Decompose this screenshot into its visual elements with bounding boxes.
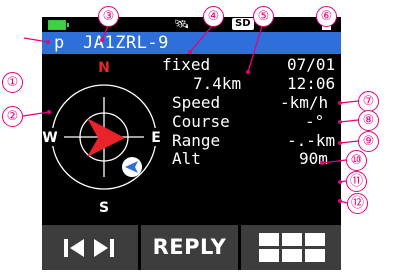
callout-10: ⑩ [346, 150, 367, 171]
callout-leader-lines [22, 21, 359, 204]
callout-1: ① [2, 72, 23, 93]
callout-9: ⑨ [358, 131, 379, 152]
callout-5: ⑤ [253, 6, 274, 27]
callout-2: ② [2, 106, 23, 127]
callout-11: ⑪ [346, 171, 367, 192]
callout-12: ⑫ [347, 193, 368, 214]
callout-7: ⑦ [358, 91, 379, 112]
callout-3: ③ [98, 6, 119, 27]
callout-4: ④ [203, 6, 224, 27]
callout-8: ⑧ [358, 110, 379, 131]
callout-6: ⑥ [316, 6, 337, 27]
